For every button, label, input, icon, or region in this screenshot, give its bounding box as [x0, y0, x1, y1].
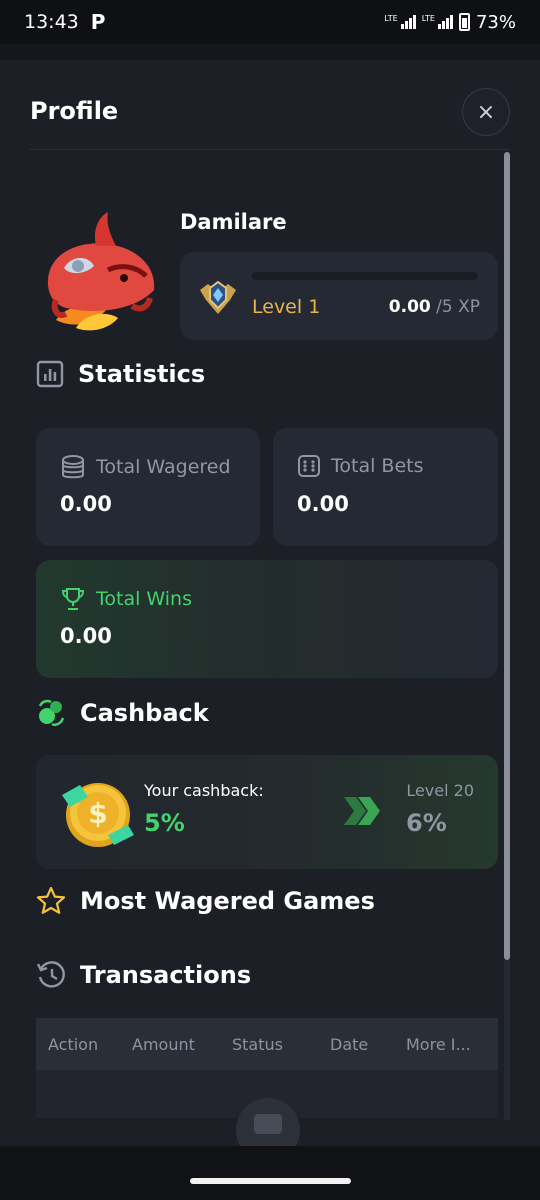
- total-bets-card: Total Bets 0.00: [273, 428, 498, 546]
- most-wagered-title: Most Wagered Games: [80, 887, 375, 915]
- trophy-icon: [61, 588, 85, 610]
- total-bets-value: 0.00: [297, 492, 349, 516]
- level-card: Level 1 0.00 /5 XP: [180, 252, 498, 340]
- total-wins-label: Total Wins: [96, 588, 193, 610]
- total-wagered-value: 0.00: [60, 492, 112, 516]
- xp-current: 0.00: [388, 297, 431, 317]
- profile-modal: Profile × Damilare Level 1 0.00 /5 XP St…: [0, 60, 540, 1146]
- dollar-coin-icon: $: [62, 783, 134, 847]
- home-gesture-handle[interactable]: [190, 1178, 351, 1184]
- battery-percent: 73%: [475, 11, 516, 33]
- clock: 13:43: [24, 11, 79, 33]
- username: Damilare: [180, 210, 287, 234]
- xp-progress-bar: [252, 272, 478, 280]
- column-header-date[interactable]: Date: [330, 1035, 406, 1054]
- signal-icon: LTE: [422, 15, 453, 29]
- signal-icon: LTE: [384, 15, 416, 29]
- total-wins-value: 0.00: [60, 624, 112, 648]
- total-bets-label: Total Bets: [331, 455, 424, 477]
- total-wins-card: Total Wins 0.00: [36, 560, 498, 678]
- level-label: Level 1: [252, 296, 321, 318]
- navigation-bar: [0, 1146, 540, 1200]
- scrollbar-thumb[interactable]: [504, 152, 510, 960]
- transactions-header: Transactions: [36, 960, 251, 990]
- transactions-title: Transactions: [80, 961, 252, 989]
- column-header-status[interactable]: Status: [232, 1035, 330, 1054]
- coins-stack-icon: [62, 455, 84, 479]
- your-cashback-label: Your cashback:: [144, 781, 264, 800]
- column-header-more-info[interactable]: More I...: [406, 1035, 486, 1054]
- column-header-action[interactable]: Action: [36, 1035, 132, 1054]
- xp-value: 0.00 /5 XP: [389, 297, 480, 317]
- avatar: [47, 212, 155, 331]
- next-level-value: 6%: [406, 809, 447, 837]
- total-wagered-card: Total Wagered 0.00: [36, 428, 260, 546]
- modal-header: Profile ×: [30, 84, 510, 150]
- your-cashback-value: 5%: [144, 809, 185, 837]
- level-badge-icon: [200, 280, 236, 314]
- cashback-icon: [38, 699, 65, 726]
- close-button[interactable]: ×: [462, 88, 510, 136]
- transactions-table: Action Amount Status Date More I...: [36, 1018, 498, 1146]
- double-chevron-right-icon: [344, 797, 380, 825]
- column-header-amount[interactable]: Amount: [132, 1035, 232, 1054]
- parking-app-icon: P: [90, 10, 106, 34]
- statistics-title: Statistics: [78, 360, 206, 388]
- dice-icon: [298, 455, 320, 477]
- empty-state-icon: [236, 1098, 300, 1146]
- xp-max: /5 XP: [436, 297, 480, 317]
- bar-chart-icon: [36, 360, 64, 388]
- table-header: Action Amount Status Date More I...: [36, 1018, 498, 1070]
- cashback-header: Cashback: [36, 698, 209, 728]
- status-bar: 13:43 P LTE LTE 73%: [0, 0, 540, 44]
- cashback-card: $ Your cashback: 5% Level 20 6%: [36, 755, 498, 869]
- svg-text:$: $: [88, 797, 107, 830]
- next-level-label: Level 20: [406, 781, 474, 800]
- close-icon: ×: [476, 99, 496, 125]
- star-icon: [36, 886, 66, 914]
- battery-icon: [458, 13, 470, 31]
- total-wagered-label: Total Wagered: [96, 456, 231, 478]
- modal-title: Profile: [30, 97, 119, 125]
- history-icon: [36, 961, 65, 988]
- statistics-header: Statistics: [36, 360, 205, 388]
- cashback-title: Cashback: [80, 699, 209, 727]
- most-wagered-header: Most Wagered Games: [36, 886, 375, 916]
- scrollbar-track: [504, 960, 510, 1120]
